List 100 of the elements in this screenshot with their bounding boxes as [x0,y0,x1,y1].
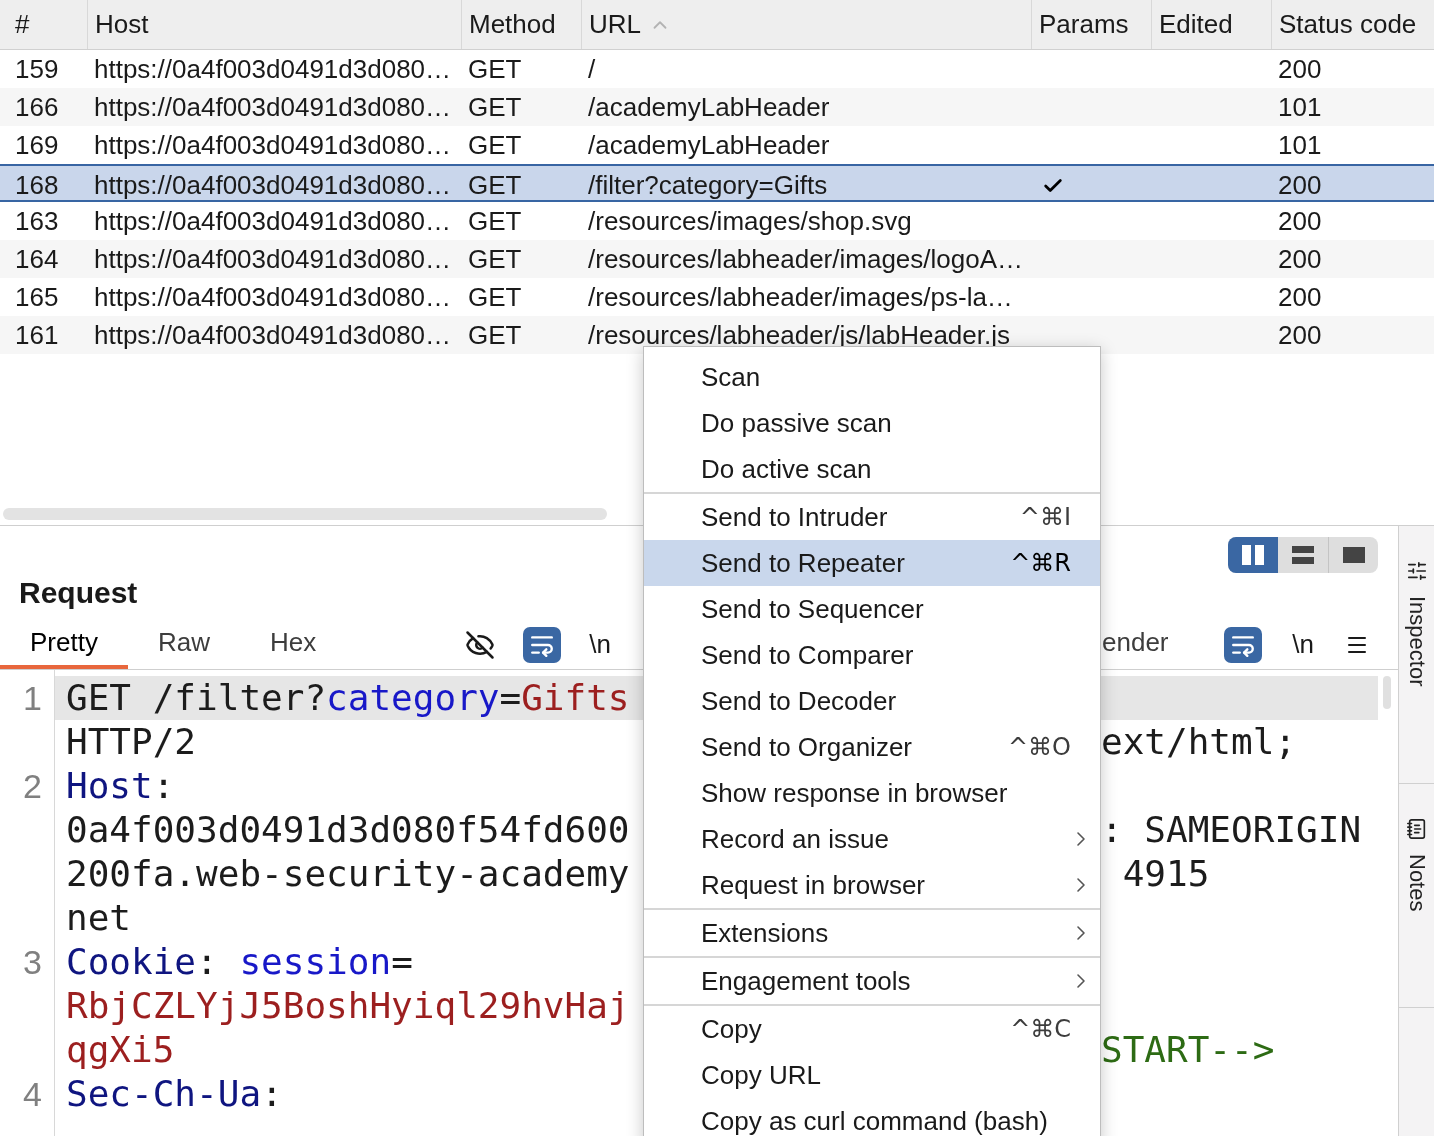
table-row[interactable]: 161 https://0a4f003d0491d3d080… GET /resources/labheader/js/labHeader.js 200 [0,316,1434,354]
table-cell-text: /academyLabHeader [588,129,830,162]
table-cell-text: GET [468,53,522,86]
menu-item[interactable]: Send to Sequencer [644,586,1100,632]
table-row[interactable]: 168 https://0a4f003d0491d3d080… GET /filter?category=Gifts 200 [0,164,1434,202]
menu-item[interactable]: Send to Decoder [644,678,1100,724]
horizontal-scrollbar[interactable] [3,508,607,520]
code-line: Sec-Ch-Ua: [65,1072,284,1116]
newline-toggle-button[interactable]: \n [1290,626,1316,663]
tab[interactable]: Hex [239,620,347,669]
panel-title: Request [19,576,138,610]
table-row[interactable]: 164 https://0a4f003d0491d3d080… GET /resources/labheader/images/logoA… 200 [0,240,1434,278]
column-header[interactable]: Edited [1159,5,1233,44]
vertical-scrollbar[interactable] [1383,676,1391,709]
rows-icon [1292,546,1314,564]
line-number: 1 [23,678,42,719]
code-line: net [65,896,133,940]
table-row[interactable]: 166 https://0a4f003d0491d3d080… GET /academyLabHeader 101 [0,88,1434,126]
table-cell-text: https://0a4f003d0491d3d080… [94,91,452,124]
notebook-icon [1405,817,1428,840]
menu-item[interactable]: Send to Organizer ^⌘O [644,724,1100,770]
table-cell-text: /resources/labheader/js/labHeader.js [588,319,1011,352]
sidebar-tab[interactable]: Notes [1399,783,1434,1008]
table-cell-text: /academyLabHeader [588,91,830,124]
shortcut-text: ^⌘R [1010,548,1071,579]
code-line: HTTP/2 [65,720,198,764]
table-cell-text: 161 [15,319,59,352]
table-cell-text: 200 [1278,319,1322,352]
table-cell-text: 200 [1278,243,1322,276]
line-number: 2 [23,766,42,807]
table-cell-text: https://0a4f003d0491d3d080… [94,205,452,238]
table-cell-text: / [588,53,596,86]
table-cell-text: https://0a4f003d0491d3d080… [94,169,452,202]
column-header[interactable]: Params [1039,5,1129,44]
menu-item[interactable]: Copy ^⌘C [644,1006,1100,1052]
wrap-toggle-button[interactable] [1224,626,1263,663]
table-cell-text: 159 [15,53,59,86]
sliders-icon [1405,560,1428,582]
table-cell-text: GET [468,281,522,314]
table-cell-text: GET [468,205,522,238]
code-line: Cookie: session= [65,940,414,984]
table-cell-text: 101 [1278,129,1322,162]
menu-item[interactable]: Send to Comparer [644,632,1100,678]
eye-slash-icon [465,629,496,660]
columns-icon [1242,545,1264,565]
table-cell-text: GET [468,243,522,276]
menu-item[interactable]: Scan [644,354,1100,400]
table-cell-text: 164 [15,243,59,276]
column-header[interactable]: URL [589,5,641,44]
table-cell-text: 200 [1278,169,1322,202]
table-cell-text: 200 [1278,205,1322,238]
menu-item[interactable]: Send to Intruder ^⌘I [644,494,1100,540]
table-cell-text: 168 [15,169,59,202]
table-cell-text: GET [468,91,522,124]
table-cell-text: https://0a4f003d0491d3d080… [94,53,452,86]
menu-item[interactable]: Copy URL [644,1052,1100,1098]
table-cell-text: GET [468,169,522,202]
table-cell-text: 200 [1278,281,1322,314]
column-header[interactable]: Host [95,5,149,44]
table-cell-text: https://0a4f003d0491d3d080… [94,243,452,276]
menu-item[interactable]: Engagement tools [644,958,1100,1004]
table-cell-text: /resources/images/shop.svg [588,205,912,238]
table-cell-text: /filter?category=Gifts [588,169,828,202]
table-cell-text: 166 [15,91,59,124]
column-header[interactable]: # [15,5,30,44]
table-cell-text: https://0a4f003d0491d3d080… [94,281,452,314]
shortcut-text: ^⌘I [1019,502,1071,533]
table-cell-text: 101 [1278,91,1322,124]
code-line: 200fa.web-security-academy [65,852,631,896]
column-header[interactable]: Status code [1279,5,1417,44]
menu-item[interactable]: Do passive scan [644,400,1100,446]
table-cell-text: 200 [1278,53,1322,86]
shortcut-text: ^⌘C [1010,1014,1071,1045]
code-line: RbjCZLYjJ5BoshHyiql29hvHaj [65,984,631,1028]
newline-toggle-button[interactable]: \n [587,626,613,663]
code-line: Host: [65,764,176,808]
menu-item[interactable]: Send to Repeater ^⌘R [644,540,1100,586]
table-cell-text: GET [468,129,522,162]
layout-toggle[interactable] [1228,537,1278,573]
tab[interactable]: ender [1101,620,1171,669]
menu-item[interactable]: Request in browser [644,862,1100,908]
line-number: 4 [23,1074,42,1115]
table-cell-text: /resources/labheader/images/ps-la… [588,281,1013,314]
table-cell-text: https://0a4f003d0491d3d080… [94,319,452,352]
tab[interactable]: Raw [127,620,240,669]
menu-item[interactable]: Copy as curl command (bash) [644,1098,1100,1136]
menu-item[interactable]: Show response in browser [644,770,1100,816]
wrap-toggle-button[interactable] [523,626,562,663]
table-cell-text: GET [468,319,522,352]
table-cell-text: 169 [15,129,59,162]
tab[interactable]: Pretty [0,620,128,669]
menu-item[interactable]: Record an issue [644,816,1100,862]
table-cell-text: /resources/labheader/images/logoA… [588,243,1024,276]
sidebar-tab[interactable]: Inspector [1399,526,1434,784]
code-line: qgXi5 [65,1028,176,1072]
code-line: 0a4f003d0491d3d080f54fd600 [65,808,631,852]
menu-item[interactable]: Extensions [644,910,1100,956]
table-cell-text: https://0a4f003d0491d3d080… [94,129,452,162]
column-header[interactable]: Method [469,5,556,44]
menu-item[interactable]: Do active scan [644,446,1100,492]
